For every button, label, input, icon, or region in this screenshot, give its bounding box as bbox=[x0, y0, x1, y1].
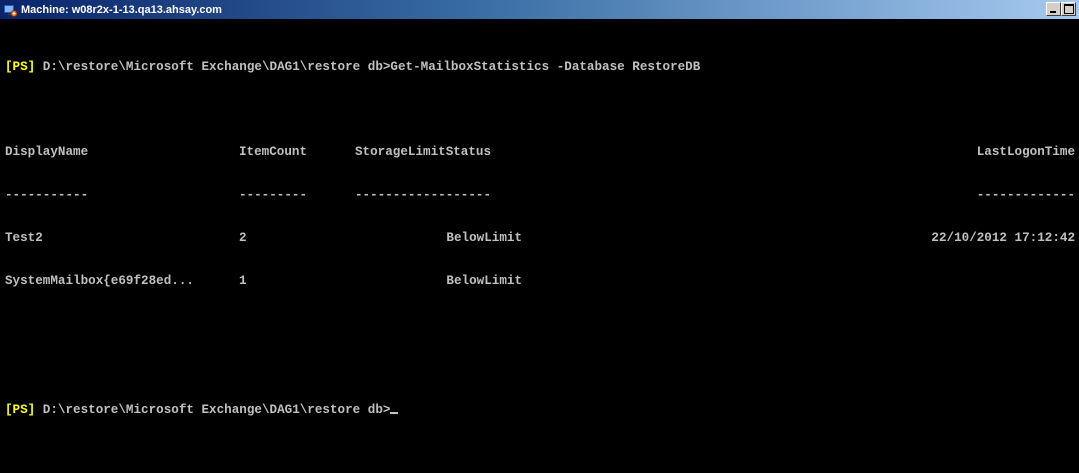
row-item-count: 2 bbox=[239, 231, 247, 246]
header-last-logon-time: LastLogonTime bbox=[976, 145, 1075, 160]
window-controls bbox=[1046, 2, 1076, 16]
prompt-path: D:\restore\Microsoft Exchange\DAG1\resto… bbox=[35, 402, 391, 417]
row-display-name: SystemMailbox{e69f28ed... bbox=[5, 274, 194, 289]
prompt-tag: [PS] bbox=[5, 59, 36, 74]
row-item-count: 1 bbox=[239, 274, 247, 289]
powershell-remote-icon[interactable] bbox=[3, 3, 18, 17]
console-output[interactable]: [PS] D:\restore\Microsoft Exchange\DAG1\… bbox=[5, 31, 1075, 461]
header-storage-limit-status: StorageLimitStatus bbox=[355, 145, 492, 160]
text-cursor bbox=[390, 411, 399, 414]
title-bar[interactable]: Machine: w08r2x-1-13.qa13.ahsay.com bbox=[0, 0, 1079, 19]
header-item-count: ItemCount bbox=[239, 145, 308, 160]
prompt-tag: [PS] bbox=[5, 402, 36, 417]
window-title: Machine: w08r2x-1-13.qa13.ahsay.com bbox=[21, 3, 222, 16]
minimize-button[interactable] bbox=[1046, 2, 1061, 16]
current-prompt-line[interactable]: [PS] D:\restore\Microsoft Exchange\DAG1\… bbox=[5, 403, 1075, 417]
table-row: SystemMailbox{e69f28ed... 1 BelowLimit bbox=[5, 274, 1075, 288]
command-text: D:\restore\Microsoft Exchange\DAG1\resto… bbox=[35, 59, 701, 74]
command-line: [PS] D:\restore\Microsoft Exchange\DAG1\… bbox=[5, 60, 1075, 74]
header-display-name: DisplayName bbox=[5, 145, 89, 160]
maximize-icon bbox=[1064, 4, 1074, 14]
maximize-button[interactable] bbox=[1061, 2, 1076, 16]
underline-last-logon-time: ------------- bbox=[976, 188, 1075, 203]
row-storage-limit-status: BelowLimit bbox=[446, 274, 522, 289]
row-last-logon-time: 22/10/2012 17:12:42 bbox=[931, 231, 1075, 246]
minimize-icon bbox=[1050, 11, 1056, 13]
underline-storage-limit-status: ------------------ bbox=[355, 188, 492, 203]
underline-display-name: ----------- bbox=[5, 188, 89, 203]
table-header-underline: ----------- --------- ------------------… bbox=[5, 188, 1075, 202]
row-storage-limit-status: BelowLimit bbox=[446, 231, 522, 246]
underline-item-count: --------- bbox=[239, 188, 308, 203]
table-row: Test2 2 BelowLimit 22/10/2012 17:12:42 bbox=[5, 231, 1075, 245]
remote-console-window: Machine: w08r2x-1-13.qa13.ahsay.com [PS]… bbox=[0, 0, 1079, 473]
row-display-name: Test2 bbox=[5, 231, 43, 246]
table-header-row: DisplayName ItemCount StorageLimitStatus… bbox=[5, 145, 1075, 159]
